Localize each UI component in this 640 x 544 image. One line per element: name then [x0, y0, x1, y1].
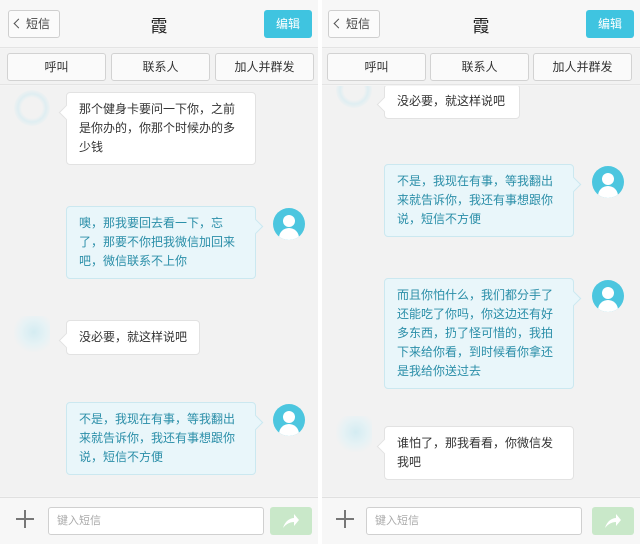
person-avatar-icon [592, 166, 624, 198]
message-input[interactable]: 键入短信 [366, 507, 582, 535]
header-bar: 短信 霞 编辑 [0, 0, 318, 48]
message-outgoing: 而且你怕什么，我们都分手了还能吃了你吗，你这边还有好多东西，扔了怪可惜的，我拍下… [384, 278, 574, 389]
edit-button[interactable]: 编辑 [264, 10, 312, 38]
action-bar: 呼叫 联系人 加人并群发 [0, 49, 318, 85]
call-button[interactable]: 呼叫 [7, 53, 106, 81]
send-button[interactable] [270, 507, 312, 535]
contact-button[interactable]: 联系人 [111, 53, 210, 81]
screenshot-pair: 短信 霞 编辑 呼叫 联系人 加人并群发 那个健身卡要问一下你，之前是你办的，你… [0, 0, 640, 544]
message-list[interactable]: 没必要，就这样说吧 不是，我现在有事，等我翻出来就告诉你，我还有事想跟你说，短信… [322, 86, 640, 496]
add-group-send-button[interactable]: 加人并群发 [215, 53, 314, 81]
message-outgoing: 不是，我现在有事，等我翻出来就告诉你，我还有事想跟你说，短信不方便 [66, 402, 256, 475]
sms-screen-right: 短信 霞 编辑 呼叫 联系人 加人并群发 没必要，就这样说吧 不是，我现在有事，… [322, 0, 640, 544]
edit-button[interactable]: 编辑 [586, 10, 634, 38]
plus-icon[interactable] [336, 510, 354, 528]
call-button[interactable]: 呼叫 [327, 53, 426, 81]
action-bar: 呼叫 联系人 加人并群发 [322, 49, 640, 85]
add-group-send-button[interactable]: 加人并群发 [533, 53, 632, 81]
sms-screen-left: 短信 霞 编辑 呼叫 联系人 加人并群发 那个健身卡要问一下你，之前是你办的，你… [0, 0, 318, 544]
message-incoming: 没必要，就这样说吧 [66, 320, 200, 355]
message-incoming: 那个健身卡要问一下你，之前是你办的，你那个时候办的多少钱 [66, 92, 256, 165]
message-outgoing: 不是，我现在有事，等我翻出来就告诉你，我还有事想跟你说，短信不方便 [384, 164, 574, 237]
person-avatar-icon [273, 208, 305, 240]
person-avatar-icon [592, 280, 624, 312]
contact-button[interactable]: 联系人 [430, 53, 529, 81]
contact-avatar [14, 90, 50, 126]
send-button[interactable] [592, 507, 634, 535]
send-arrow-icon [283, 514, 299, 528]
composer-bar: 键入短信 [322, 497, 640, 544]
send-arrow-icon [605, 514, 621, 528]
composer-bar: 键入短信 [0, 497, 318, 544]
contact-avatar [14, 316, 50, 352]
header-bar: 短信 霞 编辑 [322, 0, 640, 48]
person-avatar-icon [273, 404, 305, 436]
contact-avatar [336, 86, 372, 108]
message-incoming: 谁怕了，那我看看，你微信发我吧 [384, 426, 574, 480]
message-incoming: 没必要，就这样说吧 [384, 86, 520, 119]
message-input[interactable]: 键入短信 [48, 507, 264, 535]
message-list[interactable]: 那个健身卡要问一下你，之前是你办的，你那个时候办的多少钱 噢，那我要回去看一下，… [0, 86, 318, 496]
plus-icon[interactable] [16, 510, 34, 528]
message-outgoing: 噢，那我要回去看一下，忘了，那要不你把我微信加回来吧，微信联系不上你 [66, 206, 256, 279]
contact-avatar [336, 416, 372, 452]
